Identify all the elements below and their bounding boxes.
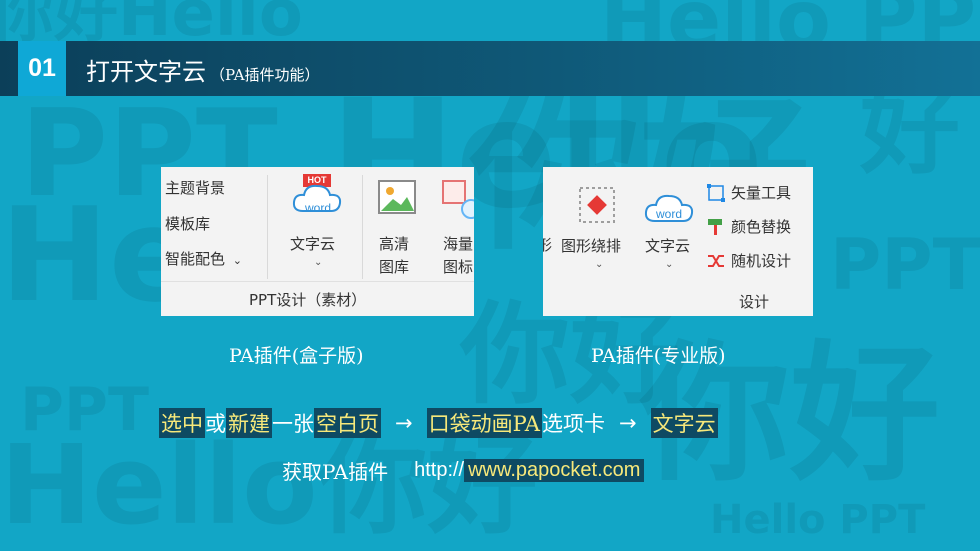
menu-item-theme-bg[interactable]: 主题背景 (165, 177, 225, 198)
caption-box-version: PA插件(盒子版) (229, 345, 364, 367)
ribbon-group-separator (161, 281, 474, 282)
instruction-steps: 选中 或 新建 一张 空白页 → 口袋动画PA 选项卡 → 文字云 (159, 408, 718, 438)
ribbon-divider (362, 175, 363, 279)
shape-layout-label: 图形绕排 (561, 237, 622, 255)
chevron-down-icon: ⌄ (232, 254, 243, 267)
bg-decor-text: Hello PPT (710, 497, 926, 543)
shapes-icon (442, 180, 474, 219)
step-new: 新建 (226, 408, 272, 438)
arrow-right-icon: → (618, 411, 637, 435)
bg-decor-text: PPT (830, 224, 980, 306)
wordcloud-button-pro[interactable]: word 文字云 ⌄ (639, 177, 701, 287)
shape-wrap-icon (579, 187, 615, 223)
page-title-sub: （PA插件功能） (210, 66, 320, 84)
menu-item-smart-color-label: 智能配色 (165, 250, 226, 268)
menu-item-vector-tools[interactable]: 矢量工具 (705, 181, 809, 205)
step-one: 一张 (272, 412, 314, 436)
step-wordcloud: 文字云 (650, 408, 718, 438)
step-pocket-animation: 口袋动画PA (426, 408, 542, 438)
step-select: 选中 (159, 408, 205, 438)
page-title-main: 打开文字云 (86, 58, 206, 86)
shape-layout-button[interactable]: 图形绕排 ⌄ (557, 177, 637, 287)
menu-item-smart-color[interactable]: 智能配色 ⌄ (165, 248, 242, 269)
caption-pro-version: PA插件(专业版) (591, 345, 726, 367)
download-label: 获取PA插件 (282, 459, 389, 484)
bg-decor-text: 你好Hello (0, 0, 303, 51)
ribbon-screenshot-box-version: 主题背景 模板库 智能配色 ⌄ HOT word 文字云 ⌄ 高清 图库 海量 (161, 167, 474, 316)
ribbon-screenshot-pro-version: 形 图形绕排 ⌄ word 文字云 ⌄ 矢量工具 颜色替换 随机设计 设计 (543, 167, 813, 316)
step-blank-page: 空白页 (314, 408, 381, 438)
chevron-down-icon: ⌄ (314, 257, 323, 268)
section-number: 01 (18, 41, 66, 96)
chevron-down-icon: ⌄ (665, 259, 674, 270)
menu-item-random-design-label: 随机设计 (731, 252, 792, 270)
ribbon-group-label: PPT设计（素材） (249, 291, 367, 309)
icon-library-button[interactable]: 海量 图标 (437, 173, 474, 283)
word-label: word (655, 207, 682, 221)
arrow-right-icon: → (395, 411, 413, 435)
hd-gallery-button[interactable]: 高清 图库 (371, 173, 427, 283)
wordcloud-button[interactable]: HOT word 文字云 ⌄ (282, 173, 348, 293)
hd-gallery-label-1: 高清 (379, 235, 410, 253)
menu-item-color-replace-label: 颜色替换 (731, 218, 792, 236)
shuffle-icon (708, 255, 724, 267)
step-tab: 选项卡 (541, 412, 605, 436)
ribbon-group-label: 设计 (739, 293, 770, 311)
download-url-domain[interactable]: www.papocket.com (464, 458, 645, 482)
chevron-down-icon: ⌄ (595, 259, 604, 270)
menu-item-vector-tools-label: 矢量工具 (731, 184, 792, 202)
icon-library-label-1: 海量 (443, 235, 474, 253)
ribbon-divider (267, 175, 268, 279)
paint-roller-icon (708, 219, 722, 235)
menu-item-template-lib[interactable]: 模板库 (165, 213, 210, 234)
step-pa: PA (512, 412, 540, 436)
icon-library-label-2: 图标 (443, 258, 474, 276)
hd-gallery-label-2: 图库 (379, 258, 410, 276)
vector-tool-icon (707, 184, 725, 202)
wordcloud-label: 文字云 (290, 235, 336, 253)
step-or: 或 (205, 412, 226, 436)
menu-item-color-replace[interactable]: 颜色替换 (705, 215, 809, 239)
download-url-protocol[interactable]: http:// (414, 459, 464, 482)
step-pocket-animation-label: 口袋动画 (428, 412, 513, 436)
page-title: 打开文字云 （PA插件功能） (86, 52, 320, 86)
wordcloud-label-pro: 文字云 (645, 237, 691, 255)
download-line: 获取PA插件 http:// www.papocket.com (282, 455, 645, 485)
bg-decor-text: Hello你好 (0, 421, 538, 549)
image-gallery-icon (378, 180, 416, 214)
word-label: word (304, 201, 331, 215)
cut-off-label: 形 (543, 236, 553, 254)
hot-badge: HOT (307, 175, 327, 185)
menu-item-random-design[interactable]: 随机设计 (705, 249, 809, 273)
